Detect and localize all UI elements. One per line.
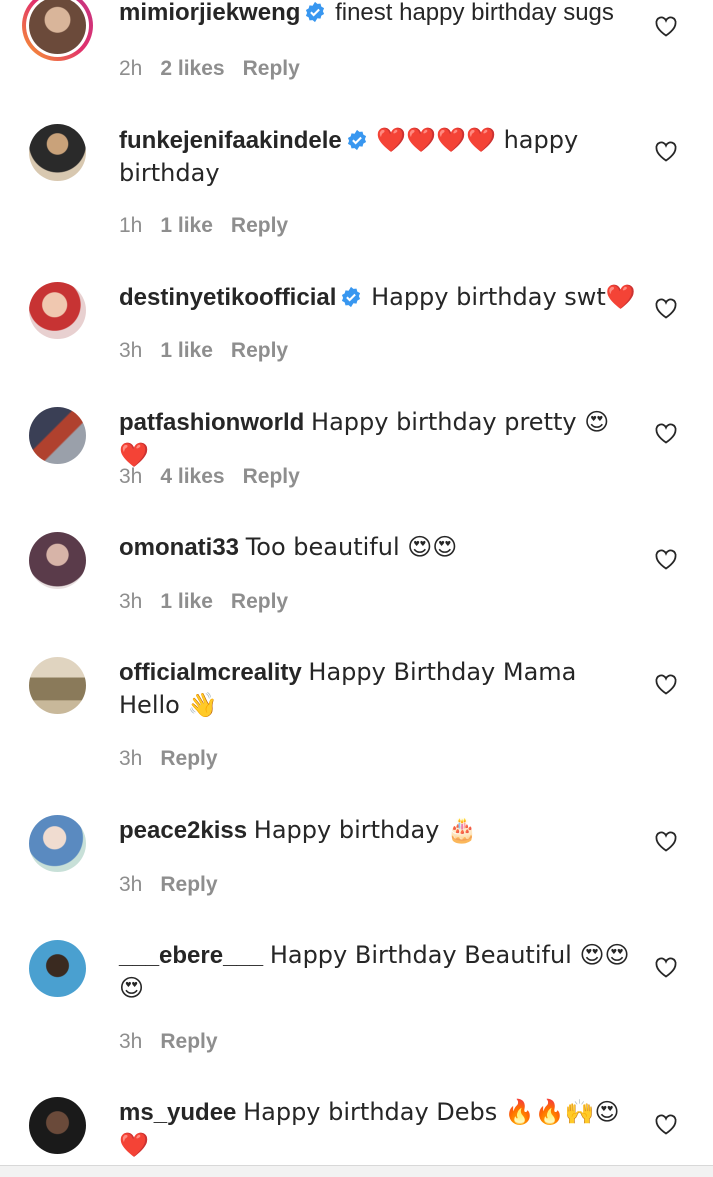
- comment-time: 2h: [119, 57, 143, 80]
- comment-body: peace2kiss Happy birthday 🎂: [119, 814, 639, 847]
- likes-count[interactable]: 2 likes: [160, 57, 224, 80]
- comment-body: ms_yudee Happy birthday Debs 🔥🔥🙌😍❤️: [119, 1096, 639, 1162]
- comment-time: 1h: [119, 214, 143, 237]
- heart-outline-icon[interactable]: [654, 297, 678, 319]
- likes-count[interactable]: 1 like: [160, 339, 213, 362]
- comment-text: Too beautiful 😍😍: [245, 533, 458, 561]
- verified-badge-icon: [347, 129, 366, 151]
- reply-button[interactable]: Reply: [231, 339, 288, 362]
- reply-button[interactable]: Reply: [160, 747, 217, 770]
- comment-body: officialmcreality Happy Birthday Mama He…: [119, 656, 639, 722]
- comment-time: 3h: [119, 1030, 143, 1053]
- username[interactable]: destinyetikoofficial: [119, 284, 336, 311]
- heart-outline-icon[interactable]: [654, 830, 678, 852]
- avatar[interactable]: [29, 124, 86, 181]
- comment-body: funkejenifaakindele ❤️❤️❤️❤️ happy birth…: [119, 124, 639, 190]
- username[interactable]: omonati33: [119, 534, 239, 561]
- username[interactable]: peace2kiss: [119, 817, 247, 844]
- username[interactable]: funkejenifaakindele: [119, 127, 342, 154]
- comment-meta: 3h 4 likes Reply: [119, 464, 318, 490]
- comment-meta: 3h 1 like Reply: [119, 338, 306, 364]
- heart-outline-icon[interactable]: [654, 673, 678, 695]
- comment-body: destinyetikoofficial Happy birthday swt❤…: [119, 281, 639, 314]
- avatar[interactable]: [29, 815, 86, 872]
- reply-button[interactable]: Reply: [243, 57, 300, 80]
- comment-text: Happy birthday 🎂: [253, 816, 477, 844]
- comment-body: ___ebere___ Happy Birthday Beautiful 😍😍😍: [119, 939, 639, 1005]
- comment-text: finest happy birthday sugs: [335, 0, 614, 26]
- avatar[interactable]: [29, 407, 86, 464]
- comment-time: 3h: [119, 747, 143, 770]
- heart-outline-icon[interactable]: [654, 422, 678, 444]
- comment-meta: 3h Reply: [119, 746, 236, 772]
- avatar[interactable]: [29, 657, 86, 714]
- heart-outline-icon[interactable]: [654, 548, 678, 570]
- avatar[interactable]: [29, 1097, 86, 1154]
- reply-button[interactable]: Reply: [231, 590, 288, 613]
- comment-time: 3h: [119, 590, 143, 613]
- comment-meta: 2h 2 likes Reply: [119, 56, 318, 82]
- comment-text: Happy birthday swt❤️: [371, 283, 636, 311]
- comment-time: 3h: [119, 873, 143, 896]
- reply-button[interactable]: Reply: [243, 465, 300, 488]
- avatar[interactable]: [22, 0, 93, 61]
- avatar[interactable]: [29, 282, 86, 339]
- likes-count[interactable]: 1 like: [160, 590, 213, 613]
- avatar[interactable]: [29, 532, 86, 589]
- comment-meta: 3h Reply: [119, 1029, 236, 1055]
- username[interactable]: ms_yudee: [119, 1099, 236, 1126]
- verified-badge-icon: [306, 1, 325, 23]
- username[interactable]: patfashionworld: [119, 409, 304, 436]
- verified-badge-icon: [342, 286, 361, 308]
- username[interactable]: officialmcreality: [119, 659, 302, 686]
- reply-button[interactable]: Reply: [160, 873, 217, 896]
- comment-body: mimiorjiekweng finest happy birthday sug…: [119, 0, 639, 29]
- username[interactable]: mimiorjiekweng: [119, 0, 300, 26]
- reply-button[interactable]: Reply: [231, 214, 288, 237]
- bottom-bar: [0, 1165, 713, 1177]
- comment-body: patfashionworld Happy birthday pretty 😍❤…: [119, 406, 639, 472]
- comment-meta: 3h Reply: [119, 872, 236, 898]
- comment-time: 3h: [119, 339, 143, 362]
- comment-meta: 1h 1 like Reply: [119, 213, 306, 239]
- likes-count[interactable]: 4 likes: [160, 465, 224, 488]
- heart-outline-icon[interactable]: [654, 956, 678, 978]
- comment-time: 3h: [119, 465, 143, 488]
- reply-button[interactable]: Reply: [160, 1030, 217, 1053]
- comment-body: omonati33 Too beautiful 😍😍: [119, 531, 639, 564]
- likes-count[interactable]: 1 like: [160, 214, 213, 237]
- heart-outline-icon[interactable]: [654, 140, 678, 162]
- heart-outline-icon[interactable]: [654, 1113, 678, 1135]
- comment-meta: 3h 1 like Reply: [119, 589, 306, 615]
- avatar[interactable]: [29, 940, 86, 997]
- username[interactable]: ___ebere___: [119, 942, 263, 969]
- heart-outline-icon[interactable]: [654, 15, 678, 37]
